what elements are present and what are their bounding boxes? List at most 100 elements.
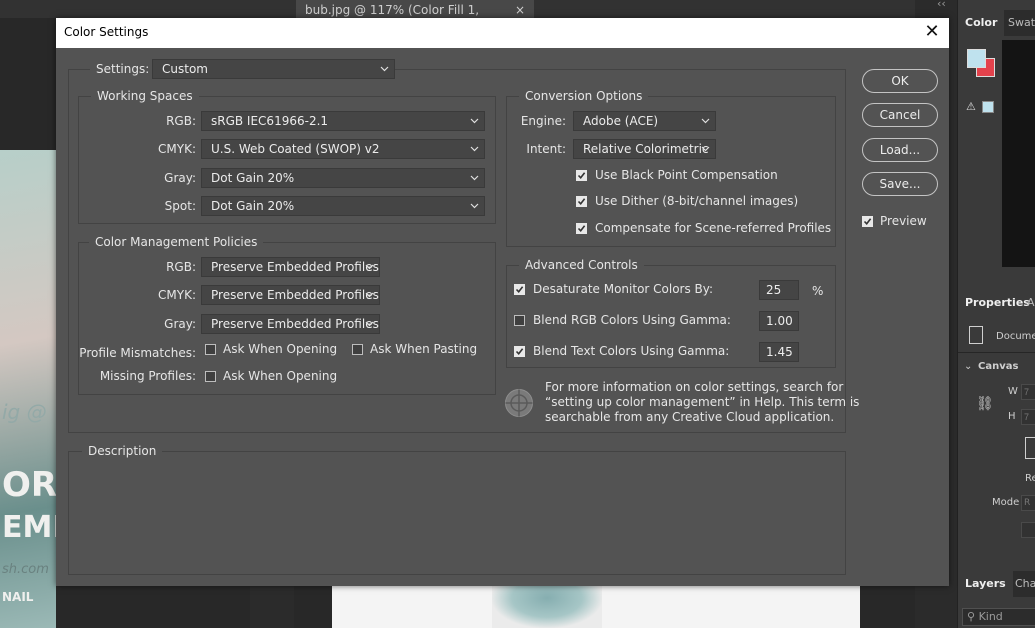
resolution-label: Re — [1025, 473, 1035, 484]
tab-color[interactable]: Color — [958, 10, 1005, 36]
document-tab-close-icon[interactable]: × — [515, 0, 525, 20]
blend-text-gamma-checkbox[interactable] — [514, 346, 525, 357]
policy-cmyk-label: CMYK: — [158, 288, 196, 302]
out-of-gamut-warning-icon[interactable]: ⚠ — [966, 100, 976, 113]
dialog-titlebar: Color Settings ✕ — [56, 18, 949, 48]
desaturate-checkbox[interactable] — [514, 284, 525, 295]
canvas-section-title: Canvas — [978, 361, 1019, 372]
blend-text-gamma-input[interactable]: 1.45 — [759, 342, 799, 362]
description-area — [68, 451, 846, 575]
missing-ask-opening-label[interactable]: Ask When Opening — [223, 368, 337, 384]
chevron-down-icon — [470, 112, 480, 130]
dither-label[interactable]: Use Dither (8-bit/channel images) — [595, 193, 798, 209]
policy-cmyk-select[interactable]: Preserve Embedded Profiles — [201, 285, 380, 305]
properties-panel-tabs: Properties A — [958, 290, 1035, 316]
black-point-checkbox[interactable] — [576, 170, 587, 181]
policy-rgb-value: Preserve Embedded Profiles — [211, 260, 379, 274]
tab-layers[interactable]: Layers — [958, 571, 1013, 597]
scene-referred-checkbox[interactable] — [576, 223, 587, 234]
close-icon[interactable]: ✕ — [923, 21, 941, 43]
ws-rgb-value: sRGB IEC61966-2.1 — [211, 114, 329, 128]
ws-rgb-select[interactable]: sRGB IEC61966-2.1 — [201, 111, 485, 131]
desaturate-label[interactable]: Desaturate Monitor Colors By: — [533, 281, 713, 297]
info-text-line3: searchable from any Creative Cloud appli… — [545, 410, 835, 424]
blend-rgb-gamma-checkbox[interactable] — [514, 315, 525, 326]
cancel-button[interactable]: Cancel — [862, 103, 938, 127]
gamut-color-chip[interactable] — [982, 101, 994, 113]
ws-gray-value: Dot Gain 20% — [211, 171, 295, 185]
mismatch-ask-opening-label[interactable]: Ask When Opening — [223, 341, 337, 357]
mode-select[interactable]: R — [1021, 495, 1035, 511]
height-input[interactable] — [1021, 409, 1035, 425]
width-label: W — [1008, 386, 1018, 397]
ws-spot-value: Dot Gain 20% — [211, 199, 295, 213]
save-button[interactable]: Save... — [862, 172, 938, 196]
engine-select[interactable]: Adobe (ACE) — [573, 111, 716, 131]
blend-rgb-gamma-input[interactable]: 1.00 — [759, 311, 799, 331]
ws-rgb-label: RGB: — [166, 114, 196, 128]
foreground-color-swatch[interactable] — [967, 49, 986, 68]
scene-referred-label[interactable]: Compensate for Scene-referred Profiles — [595, 220, 831, 236]
canvas-text: sh.com — [2, 562, 49, 577]
intent-value: Relative Colorimetric — [583, 142, 709, 156]
document-label: Documen — [996, 331, 1035, 342]
desaturate-unit: % — [812, 284, 824, 298]
dither-checkbox[interactable] — [576, 196, 587, 207]
width-input[interactable] — [1021, 384, 1035, 400]
canvas-text: OR — [2, 465, 58, 505]
blend-text-gamma-label[interactable]: Blend Text Colors Using Gamma: — [533, 343, 729, 359]
working-spaces-legend: Working Spaces — [91, 89, 199, 103]
document-icon — [969, 326, 983, 344]
mismatch-ask-pasting-label[interactable]: Ask When Pasting — [370, 341, 477, 357]
mode-depth-select[interactable] — [1021, 522, 1035, 538]
tab-channels[interactable]: Chan — [1008, 571, 1035, 597]
color-panel-tabs: Color Swatc — [958, 10, 1035, 36]
chevron-down-icon — [365, 315, 375, 333]
layers-panel-tabs: Layers Chan — [958, 571, 1035, 597]
black-point-label[interactable]: Use Black Point Compensation — [595, 167, 778, 183]
ws-spot-select[interactable]: Dot Gain 20% — [201, 196, 485, 216]
tab-swatches[interactable]: Swatc — [1001, 10, 1035, 36]
color-picker-field[interactable] — [1002, 40, 1035, 267]
intent-label: Intent: — [526, 142, 566, 156]
orientation-icon[interactable] — [1025, 437, 1035, 459]
collapse-panels-icon[interactable]: ‹‹ — [937, 0, 946, 10]
ws-gray-select[interactable]: Dot Gain 20% — [201, 168, 485, 188]
ws-gray-label: Gray: — [164, 171, 196, 185]
policies-legend: Color Management Policies — [89, 235, 264, 249]
canvas-image-left: ig @ OR EME sh.com NAIL — [0, 150, 73, 628]
chevron-down-icon — [470, 140, 480, 158]
policy-rgb-select[interactable]: Preserve Embedded Profiles — [201, 257, 380, 277]
load-button[interactable]: Load... — [862, 138, 938, 162]
mismatch-ask-pasting-checkbox[interactable] — [352, 344, 363, 355]
ok-button[interactable]: OK — [862, 69, 938, 93]
conversion-options-legend: Conversion Options — [519, 89, 649, 103]
chevron-down-icon[interactable]: ⌄ — [964, 361, 972, 372]
chevron-down-icon — [365, 258, 375, 276]
policy-gray-value: Preserve Embedded Profiles — [211, 317, 379, 331]
layer-filter-search[interactable]: ⚲ Kind — [962, 608, 1035, 626]
link-icon[interactable]: ⛓ — [976, 396, 994, 412]
ws-cmyk-select[interactable]: U.S. Web Coated (SWOP) v2 — [201, 139, 485, 159]
blend-rgb-gamma-label[interactable]: Blend RGB Colors Using Gamma: — [533, 312, 731, 328]
chevron-down-icon — [701, 112, 711, 130]
height-label: H — [1008, 411, 1016, 422]
desaturate-value: 25 — [766, 283, 782, 297]
desaturate-input[interactable]: 25 — [759, 280, 799, 300]
preview-label[interactable]: Preview — [880, 213, 927, 229]
missing-ask-opening-checkbox[interactable] — [205, 371, 216, 382]
mismatch-ask-opening-checkbox[interactable] — [205, 344, 216, 355]
preview-checkbox[interactable] — [862, 216, 873, 227]
document-tab[interactable]: bub.jpg @ 117% (Color Fill 1, RGB/8#) * … — [296, 0, 534, 37]
canvas-image-bottom — [332, 585, 860, 628]
advanced-controls-legend: Advanced Controls — [519, 258, 644, 272]
policy-gray-select[interactable]: Preserve Embedded Profiles — [201, 314, 380, 334]
policy-rgb-label: RGB: — [166, 260, 196, 274]
tab-adjustments[interactable]: A — [1020, 290, 1035, 316]
info-text-line2: “setting up color management” in Help. T… — [545, 395, 860, 409]
chevron-down-icon — [470, 169, 480, 187]
description-legend: Description — [82, 444, 163, 458]
engine-value: Adobe (ACE) — [583, 114, 659, 128]
settings-select[interactable]: Custom — [152, 59, 395, 79]
intent-select[interactable]: Relative Colorimetric — [573, 139, 716, 159]
